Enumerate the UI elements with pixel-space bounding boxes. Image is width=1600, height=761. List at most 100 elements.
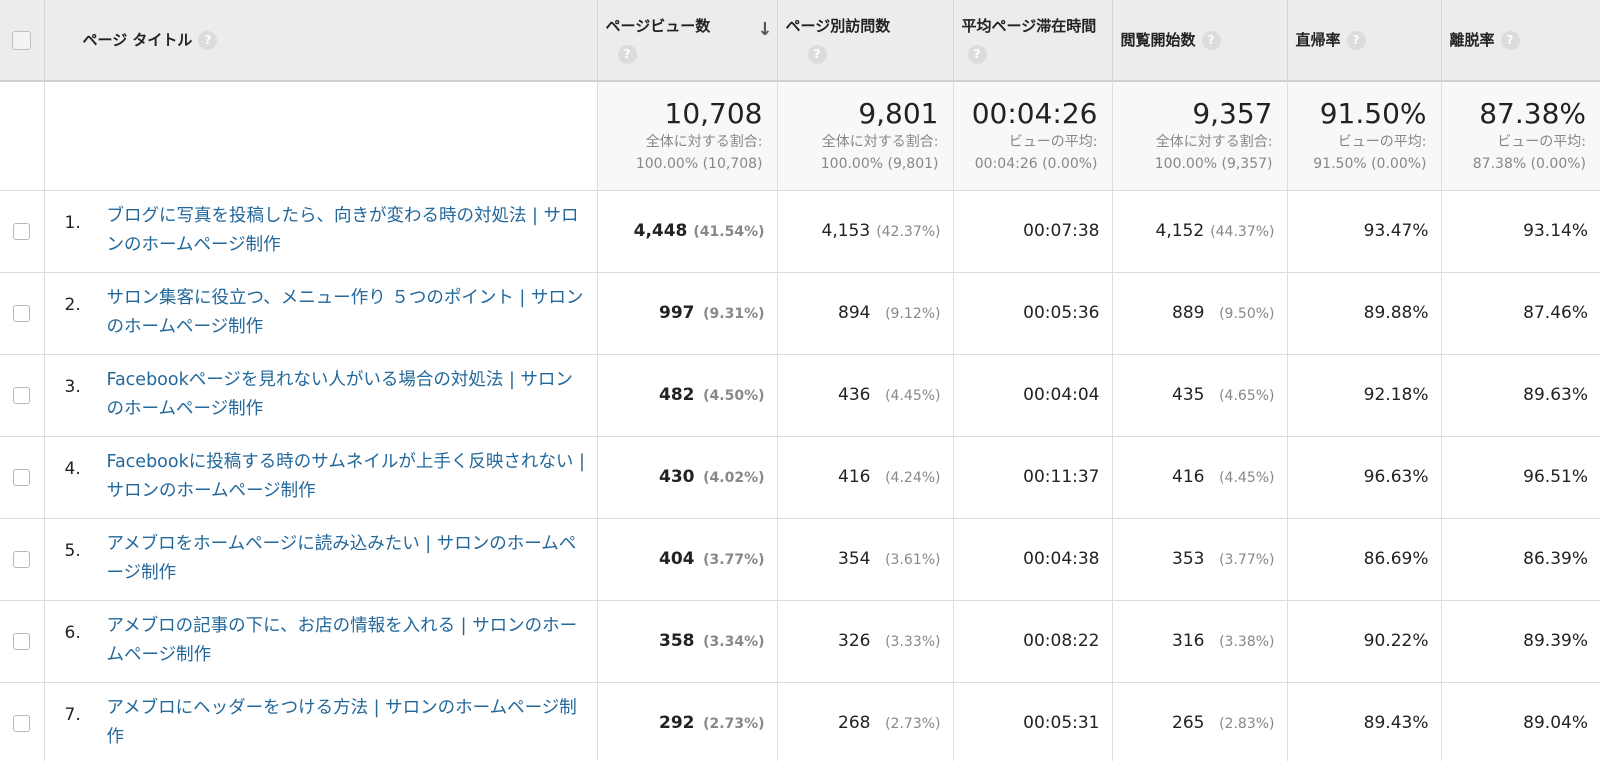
row-checkbox[interactable] bbox=[13, 304, 31, 322]
row-checkbox[interactable] bbox=[13, 468, 31, 486]
row-checkbox-cell bbox=[0, 518, 45, 601]
bounce-value: 89.88% bbox=[1363, 303, 1429, 323]
col-header-bounce-label: 直帰率 bbox=[1295, 31, 1341, 49]
avg-time-value: 00:07:38 bbox=[1023, 221, 1100, 241]
entrances-value: 265 bbox=[1172, 713, 1205, 733]
table-row: 5. アメブロをホームページに読み込みたい | サロンのホームページ制作 404 (… bbox=[0, 518, 1600, 601]
sort-desc-icon[interactable]: ↓ bbox=[757, 16, 772, 44]
col-header-unique[interactable]: ページ別訪問数? bbox=[777, 0, 954, 82]
total-pageviews: 10,708 全体に対する割合: 100.00% (10,708) bbox=[597, 81, 778, 191]
entrances-percent: (3.77%) bbox=[1219, 552, 1275, 568]
exit-value: 89.39% bbox=[1523, 631, 1588, 651]
page-title-link[interactable]: Facebookに投稿する時のサムネイルが上手く反映されない | サロンのホーム… bbox=[107, 448, 587, 506]
help-icon[interactable]: ? bbox=[1346, 31, 1366, 50]
help-icon[interactable]: ? bbox=[967, 45, 987, 64]
exit-value: 87.46% bbox=[1523, 303, 1588, 323]
help-icon[interactable]: ? bbox=[198, 31, 218, 50]
row-checkbox[interactable] bbox=[13, 386, 31, 404]
row-title-cell: 4. Facebookに投稿する時のサムネイルが上手く反映されない | サロンのホ… bbox=[44, 436, 598, 519]
help-icon[interactable]: ? bbox=[1500, 31, 1520, 50]
row-exit: 96.51% bbox=[1441, 436, 1600, 519]
row-bounce: 93.47% bbox=[1287, 190, 1442, 273]
row-checkbox[interactable] bbox=[13, 632, 31, 650]
page-title-link[interactable]: サロン集客に役立つ、メニュー作り ５つのポイント | サロンのホームページ制作 bbox=[107, 284, 587, 342]
row-title-cell: 6. アメブロの記事の下に、お店の情報を入れる | サロンのホームページ制作 bbox=[44, 600, 598, 683]
row-exit: 87.46% bbox=[1441, 272, 1600, 355]
row-bounce: 90.22% bbox=[1287, 600, 1442, 683]
total-detail: 100.00% (9,801) bbox=[820, 155, 939, 172]
total-label: 全体に対する割合: bbox=[821, 133, 939, 150]
row-checkbox-cell bbox=[0, 436, 45, 519]
row-checkbox[interactable] bbox=[13, 714, 31, 732]
row-unique: 416 (4.24%) bbox=[777, 436, 954, 519]
row-pageviews: 430 (4.02%) bbox=[597, 436, 778, 519]
table-row: 3. Facebookページを見れない人がいる場合の対処法 | サロンのホームペー… bbox=[0, 354, 1600, 437]
row-entrances: 889 (9.50%) bbox=[1112, 272, 1288, 355]
col-header-bounce[interactable]: 直帰率? bbox=[1287, 0, 1442, 82]
entrances-percent: (4.65%) bbox=[1219, 388, 1275, 404]
total-bounce: 91.50% ビューの平均: 91.50% (0.00%) bbox=[1287, 81, 1442, 191]
row-exit: 93.14% bbox=[1441, 190, 1600, 273]
row-unique: 4,153 (42.37%) bbox=[777, 190, 954, 273]
col-header-pageviews-label: ページビュー数 bbox=[605, 17, 711, 35]
unique-percent: (3.33%) bbox=[885, 634, 941, 650]
help-icon[interactable]: ? bbox=[1201, 31, 1221, 50]
row-unique: 268 (2.73%) bbox=[777, 682, 954, 761]
row-title-cell: 3. Facebookページを見れない人がいる場合の対処法 | サロンのホームペー… bbox=[44, 354, 598, 437]
total-detail: 100.00% (10,708) bbox=[635, 155, 763, 172]
row-bounce: 89.43% bbox=[1287, 682, 1442, 761]
help-icon[interactable]: ? bbox=[807, 45, 827, 64]
col-header-pageviews[interactable]: ページビュー数 ↓? bbox=[597, 0, 778, 82]
row-avg-time: 00:08:22 bbox=[953, 600, 1113, 683]
totals-empty-cell bbox=[0, 81, 45, 191]
row-avg-time: 00:11:37 bbox=[953, 436, 1113, 519]
page-title-link[interactable]: アメブロをホームページに読み込みたい | サロンのホームページ制作 bbox=[107, 530, 587, 588]
col-header-title-label: ページ タイトル bbox=[82, 31, 193, 49]
row-checkbox[interactable] bbox=[13, 222, 31, 240]
avg-time-value: 00:05:36 bbox=[1023, 303, 1100, 323]
entrances-percent: (3.38%) bbox=[1219, 634, 1275, 650]
bounce-value: 93.47% bbox=[1363, 221, 1429, 241]
pageviews-value: 358 bbox=[659, 631, 695, 651]
unique-percent: (42.37%) bbox=[876, 224, 941, 240]
row-pageviews: 997 (9.31%) bbox=[597, 272, 778, 355]
table-row: 1. ブログに写真を投稿したら、向きが変わる時の対処法 | サロンのホームページ制… bbox=[0, 190, 1600, 273]
col-header-title[interactable]: ページ タイトル? bbox=[44, 0, 598, 82]
page-title-link[interactable]: アメブロにヘッダーをつける方法 | サロンのホームページ制作 bbox=[107, 694, 587, 752]
pageviews-value: 404 bbox=[659, 549, 695, 569]
row-pageviews: 292 (2.73%) bbox=[597, 682, 778, 761]
col-header-entrances[interactable]: 閲覧開始数? bbox=[1112, 0, 1288, 82]
col-header-avg-time-label: 平均ページ滞在時間 bbox=[961, 17, 1097, 35]
avg-time-value: 00:04:04 bbox=[1023, 385, 1100, 405]
row-pageviews: 404 (3.77%) bbox=[597, 518, 778, 601]
exit-value: 93.14% bbox=[1523, 221, 1588, 241]
col-header-avg-time[interactable]: 平均ページ滞在時間? bbox=[953, 0, 1113, 82]
entrances-value: 416 bbox=[1172, 467, 1205, 487]
bounce-value: 86.69% bbox=[1363, 549, 1429, 569]
select-all-cell bbox=[0, 0, 45, 82]
row-avg-time: 00:04:04 bbox=[953, 354, 1113, 437]
bounce-value: 89.43% bbox=[1363, 713, 1429, 733]
entrances-percent: (2.83%) bbox=[1219, 716, 1275, 732]
table-row: 2. サロン集客に役立つ、メニュー作り ５つのポイント | サロンのホームページ制… bbox=[0, 272, 1600, 355]
unique-value: 354 bbox=[838, 549, 871, 569]
avg-time-value: 00:04:38 bbox=[1023, 549, 1100, 569]
exit-value: 89.04% bbox=[1523, 713, 1588, 733]
pageviews-value: 482 bbox=[659, 385, 695, 405]
page-title-link[interactable]: ブログに写真を投稿したら、向きが変わる時の対処法 | サロンのホームページ制作 bbox=[107, 202, 587, 260]
help-icon[interactable]: ? bbox=[617, 45, 637, 64]
totals-empty-cell bbox=[44, 81, 598, 191]
pageviews-percent: (41.54%) bbox=[693, 224, 765, 240]
total-detail: 100.00% (9,357) bbox=[1154, 155, 1273, 172]
table-row: 4. Facebookに投稿する時のサムネイルが上手く反映されない | サロンのホ… bbox=[0, 436, 1600, 519]
page-title-link[interactable]: Facebookページを見れない人がいる場合の対処法 | サロンのホームページ制… bbox=[107, 366, 587, 424]
exit-value: 86.39% bbox=[1523, 549, 1588, 569]
row-entrances: 4,152 (44.37%) bbox=[1112, 190, 1288, 273]
total-label: ビューの平均: bbox=[1008, 133, 1098, 150]
row-checkbox[interactable] bbox=[13, 550, 31, 568]
col-header-exit[interactable]: 離脱率? bbox=[1441, 0, 1600, 82]
pageviews-value: 430 bbox=[659, 467, 695, 487]
avg-time-value: 00:11:37 bbox=[1023, 467, 1100, 487]
page-title-link[interactable]: アメブロの記事の下に、お店の情報を入れる | サロンのホームページ制作 bbox=[107, 612, 587, 670]
select-all-checkbox[interactable] bbox=[12, 31, 32, 50]
